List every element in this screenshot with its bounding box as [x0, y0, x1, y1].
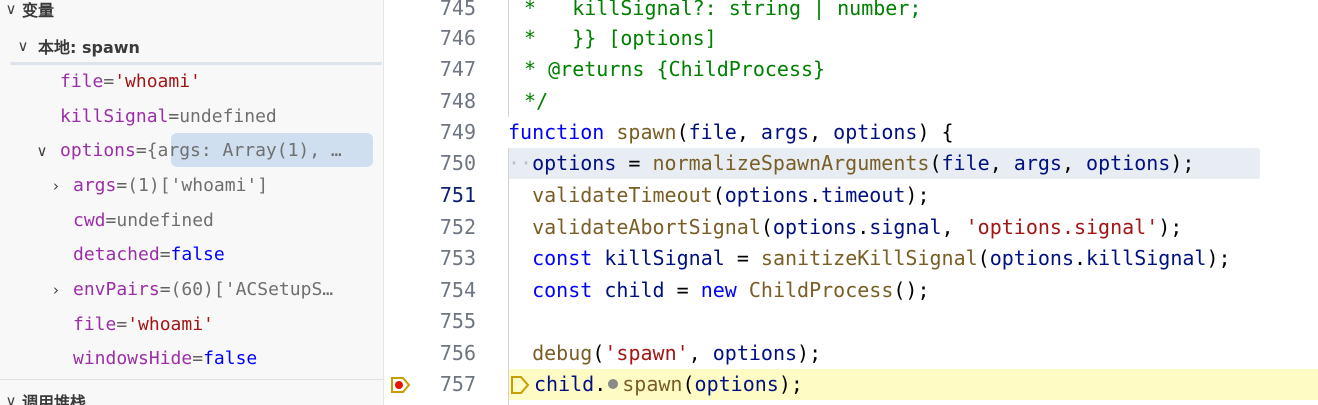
code-line-745: * killSignal?: string | number; [512, 0, 922, 20]
line-number: 745 [439, 0, 476, 20]
variable-name: detached [73, 243, 160, 265]
equals-sign: = [103, 70, 115, 92]
variable-name: cwd [73, 209, 106, 231]
line-number: 746 [439, 26, 476, 50]
equals-sign: = [192, 347, 204, 369]
variable-killsignal[interactable]: killSignal = undefined [60, 101, 277, 131]
variable-envpairs[interactable]: envPairs = (60) ['ACSetupS… [73, 274, 333, 304]
variable-value: 'whoami' [127, 313, 214, 335]
chevron-down-icon[interactable]: ∨ [33, 142, 51, 160]
variable-name: windowsHide [73, 347, 193, 369]
variable-name: killSignal [60, 105, 169, 127]
variable-name: file [73, 313, 117, 335]
variable-value: undefined [179, 105, 277, 127]
chevron-down-icon: ∨ [5, 0, 17, 18]
indent-guide [508, 0, 509, 117]
chevron-down-icon: ∨ [5, 392, 17, 405]
inline-breakpoint-icon[interactable] [608, 379, 619, 389]
code-line-753: const killSignal = sanitizeKillSignal(op… [532, 246, 1231, 270]
scope-label: 本地: spawn [38, 38, 140, 57]
code-line-754: const child = new ChildProcess(); [532, 278, 930, 302]
variable-value: false [170, 243, 225, 265]
variable-cwd[interactable]: cwd = undefined [73, 205, 214, 235]
line-number: 747 [439, 57, 476, 81]
variable-args[interactable]: args = (1) ['whoami'] [73, 170, 268, 200]
code-line-747: * @returns {ChildProcess} [512, 57, 826, 81]
section-divider [0, 379, 383, 380]
call-stack-section-header[interactable]: ∨ 调用堆栈 [0, 390, 87, 405]
variable-value: ['whoami'] [159, 174, 269, 196]
variable-name: envPairs [73, 278, 160, 300]
code-line-757: child. spawn(options); [534, 372, 803, 396]
line-number: 750 [439, 151, 476, 175]
variable-name: options [60, 139, 136, 161]
chevron-right-icon[interactable]: › [47, 281, 65, 299]
variable-name: file [60, 70, 104, 92]
variable-value: ['ACSetupS… [213, 278, 334, 300]
equals-sign: = [168, 105, 180, 127]
variable-detached[interactable]: detached = false [73, 239, 225, 269]
array-length: (1) [127, 174, 160, 196]
code-line-750: ··options = normalizeSpawnArguments(file… [508, 151, 1195, 175]
array-length: (60) [170, 278, 214, 300]
code-line-752: validateAbortSignal(options.signal, 'opt… [532, 215, 1183, 239]
variable-windowshide[interactable]: windowsHide = false [73, 343, 257, 373]
code-line-751: validateTimeout(options.timeout); [532, 183, 930, 207]
chevron-right-icon[interactable]: › [47, 177, 65, 195]
equals-sign: = [159, 278, 171, 300]
code-editor[interactable]: 745 746 747 748 749 750 751 752 753 754 … [384, 0, 1318, 405]
variables-panel: ∨ 变量 ∨ 本地: spawn file = 'whoami' killSig… [0, 0, 384, 405]
line-number: 752 [439, 215, 476, 239]
variable-value: undefined [116, 209, 214, 231]
variable-file[interactable]: file = 'whoami' [60, 66, 201, 96]
variable-value: {args: Array(1), … [146, 139, 342, 161]
breakpoint-paused-icon[interactable] [390, 374, 412, 396]
code-line-746: * }} [options] [512, 26, 717, 50]
variables-header-label: 变量 [22, 1, 55, 20]
code-line-748: */ [512, 89, 549, 113]
line-number: 748 [439, 89, 476, 113]
line-number: 749 [439, 120, 476, 144]
variables-section-header[interactable]: ∨ 变量 [0, 0, 55, 20]
equals-sign: = [116, 313, 128, 335]
current-statement-arrow-icon [511, 376, 530, 394]
equals-sign: = [116, 174, 128, 196]
equals-sign: = [105, 209, 117, 231]
line-number: 754 [439, 278, 476, 302]
chevron-down-icon: ∨ [17, 37, 29, 55]
code-line-749: function spawn(file, args, options) { [508, 120, 954, 144]
line-number: 753 [439, 246, 476, 270]
call-stack-header-label: 调用堆栈 [22, 393, 87, 405]
equals-sign: = [159, 243, 171, 265]
line-number: 756 [439, 341, 476, 365]
scope-divider [10, 62, 382, 65]
variable-options[interactable]: options = {args: Array(1), … [60, 135, 342, 165]
line-number: 755 [439, 309, 476, 333]
variable-value: false [203, 347, 258, 369]
equals-sign: = [135, 139, 147, 161]
code-line-756: debug('spawn', options); [532, 341, 822, 365]
variable-file-nested[interactable]: file = 'whoami' [73, 309, 214, 339]
scope-local-header[interactable]: ∨ 本地: spawn [12, 30, 383, 62]
variable-value: 'whoami' [114, 70, 201, 92]
variable-name: args [73, 174, 117, 196]
line-number-active: 751 [439, 183, 476, 207]
